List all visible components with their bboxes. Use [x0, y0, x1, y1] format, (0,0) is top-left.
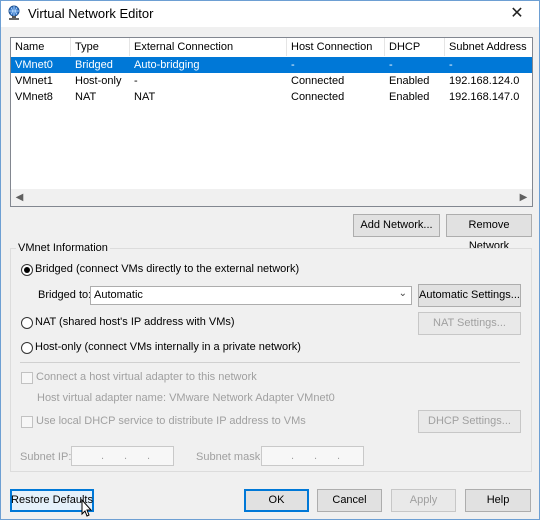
ok-button[interactable]: OK: [244, 489, 309, 512]
nat-label[interactable]: NAT (shared host's IP address with VMs): [35, 316, 235, 328]
add-network-button[interactable]: Add Network...: [353, 214, 440, 237]
cell-host-connection: Connected: [291, 91, 345, 103]
host-adapter-name-label: Host virtual adapter name: VMware Networ…: [37, 392, 335, 404]
cell-dhcp: -: [389, 59, 393, 71]
cell-dhcp: Enabled: [389, 91, 430, 103]
column-header-type[interactable]: Type: [71, 38, 130, 56]
bridged-to-value: Automatic: [94, 289, 143, 301]
window-title: Virtual Network Editor: [28, 6, 154, 21]
cell-name: VMnet0: [15, 59, 53, 71]
help-button[interactable]: Help: [465, 489, 531, 512]
scroll-left-arrow-icon[interactable]: ◀: [11, 189, 28, 206]
cell-subnet-address: -: [449, 59, 453, 71]
cell-external-connection: NAT: [134, 91, 156, 103]
network-list[interactable]: Name Type External Connection Host Conne…: [10, 37, 533, 207]
remove-network-button[interactable]: Remove Network: [446, 214, 532, 252]
column-header-external-connection[interactable]: External Connection: [130, 38, 287, 56]
automatic-settings-button[interactable]: Automatic Settings...: [418, 284, 521, 307]
cell-name: VMnet1: [15, 75, 53, 87]
radio-selected-dot: [24, 267, 30, 273]
ip-dot: .: [337, 450, 341, 462]
table-row[interactable]: VMnet0 Bridged Auto-bridging - - -: [11, 57, 532, 73]
list-header: Name Type External Connection Host Conne…: [11, 38, 532, 56]
cancel-button[interactable]: Cancel: [317, 489, 382, 512]
vmnet-information-label: VMnet Information: [16, 242, 110, 254]
close-button[interactable]: ✕: [495, 1, 539, 27]
column-header-host-connection[interactable]: Host Connection: [287, 38, 385, 56]
mouse-cursor-icon: [81, 499, 93, 517]
table-row[interactable]: VMnet8 NAT NAT Connected Enabled 192.168…: [11, 89, 532, 105]
cell-external-connection: Auto-bridging: [134, 59, 200, 71]
cell-subnet-address: 192.168.147.0: [449, 91, 520, 103]
column-header-subnet-address[interactable]: Subnet Address: [445, 38, 532, 56]
local-dhcp-label: Use local DHCP service to distribute IP …: [36, 415, 306, 427]
ip-dot: .: [291, 450, 295, 462]
nat-settings-button: NAT Settings...: [418, 312, 521, 335]
local-dhcp-checkbox: [21, 416, 33, 428]
separator: [20, 362, 520, 363]
ip-dot: .: [101, 450, 105, 462]
cell-name: VMnet8: [15, 91, 53, 103]
subnet-ip-label: Subnet IP:: [20, 451, 72, 463]
horizontal-scrollbar[interactable]: ◀ ▶: [11, 189, 532, 206]
subnet-ip-field: . . .: [71, 446, 174, 466]
connect-host-adapter-label: Connect a host virtual adapter to this n…: [36, 371, 257, 383]
column-header-dhcp[interactable]: DHCP: [385, 38, 445, 56]
cell-host-connection: Connected: [291, 75, 345, 87]
bridged-to-select[interactable]: Automatic ⌄: [90, 286, 412, 305]
connect-host-adapter-checkbox: [21, 372, 33, 384]
cell-host-connection: -: [291, 59, 295, 71]
bridged-label[interactable]: Bridged (connect VMs directly to the ext…: [35, 263, 299, 275]
apply-button: Apply: [391, 489, 456, 512]
ip-dot: .: [147, 450, 151, 462]
nat-radio[interactable]: [21, 317, 33, 329]
bridged-to-label: Bridged to:: [38, 289, 92, 301]
cell-type: NAT: [75, 91, 97, 103]
host-only-label[interactable]: Host-only (connect VMs internally in a p…: [35, 341, 301, 353]
vmnet-information-group: [10, 248, 532, 472]
ip-dot: .: [124, 450, 128, 462]
cell-external-connection: -: [134, 75, 138, 87]
cell-dhcp: Enabled: [389, 75, 430, 87]
title-bar: Virtual Network Editor ✕: [1, 1, 539, 27]
cell-type: Bridged: [75, 59, 113, 71]
chevron-down-icon: ⌄: [398, 288, 407, 299]
bridged-radio[interactable]: [21, 264, 33, 276]
column-header-name[interactable]: Name: [11, 38, 71, 56]
subnet-mask-label: Subnet mask:: [196, 451, 264, 463]
subnet-mask-field: . . .: [261, 446, 364, 466]
virtual-network-editor-window: Virtual Network Editor ✕ Name Type Exter…: [0, 0, 540, 520]
scroll-right-arrow-icon[interactable]: ▶: [515, 189, 532, 206]
ip-dot: .: [314, 450, 318, 462]
dhcp-settings-button: DHCP Settings...: [418, 410, 521, 433]
host-only-radio[interactable]: [21, 342, 33, 354]
network-globe-icon: [8, 5, 20, 20]
table-row[interactable]: VMnet1 Host-only - Connected Enabled 192…: [11, 73, 532, 89]
cell-type: Host-only: [75, 75, 122, 87]
cell-subnet-address: 192.168.124.0: [449, 75, 520, 87]
